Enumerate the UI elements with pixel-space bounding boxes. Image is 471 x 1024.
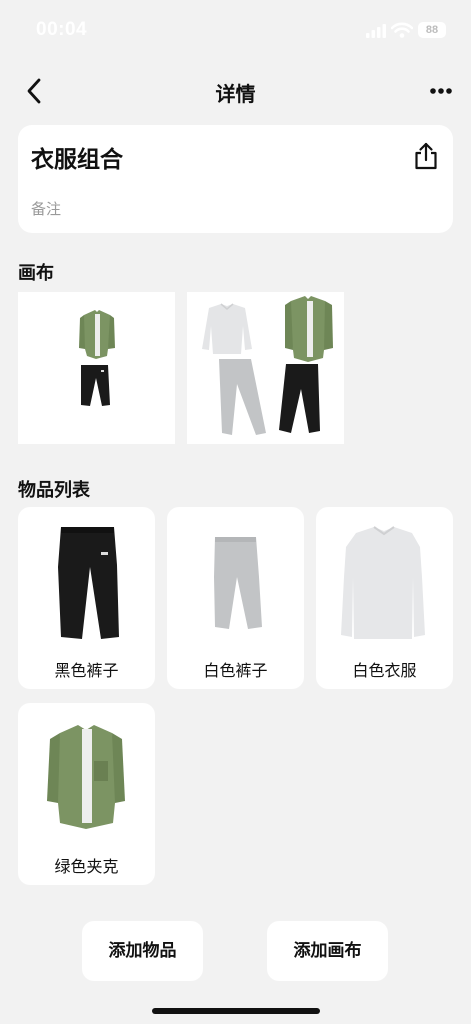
canvas-thumbnail[interactable] [187,292,344,444]
add-item-button[interactable]: 添加物品 [82,921,203,981]
item-card-black-pants[interactable]: 黑色裤子 [18,507,155,689]
item-label: 白色裤子 [203,661,268,680]
canvas-section-title: 画布 [18,263,54,284]
item-label: 黑色裤子 [54,661,119,680]
item-card-green-jacket[interactable]: 绿色夹克 [18,703,155,885]
wifi-icon [391,22,413,38]
more-options-icon[interactable] [426,80,456,102]
combination-title[interactable]: 衣服组合 [31,140,123,174]
item-label: 白色衣服 [352,661,417,680]
cellular-signal-icon [366,24,386,38]
page-title: 详情 [215,82,256,106]
note-field[interactable]: 备注 [31,198,61,219]
status-time: 00:04 [36,19,88,40]
battery-icon: 88 [418,22,446,38]
status-bar: 00:04 88 [0,0,471,60]
canvas-thumbnail[interactable] [18,292,175,444]
items-section-title: 物品列表 [18,480,90,501]
combination-card: 衣服组合 备注 [18,125,453,233]
add-canvas-button[interactable]: 添加画布 [267,921,388,981]
item-card-white-shirt[interactable]: 白色衣服 [316,507,453,689]
item-label: 绿色夹克 [54,857,119,876]
share-icon[interactable] [413,141,439,171]
home-indicator [152,1008,320,1014]
item-card-white-pants[interactable]: 白色裤子 [167,507,304,689]
